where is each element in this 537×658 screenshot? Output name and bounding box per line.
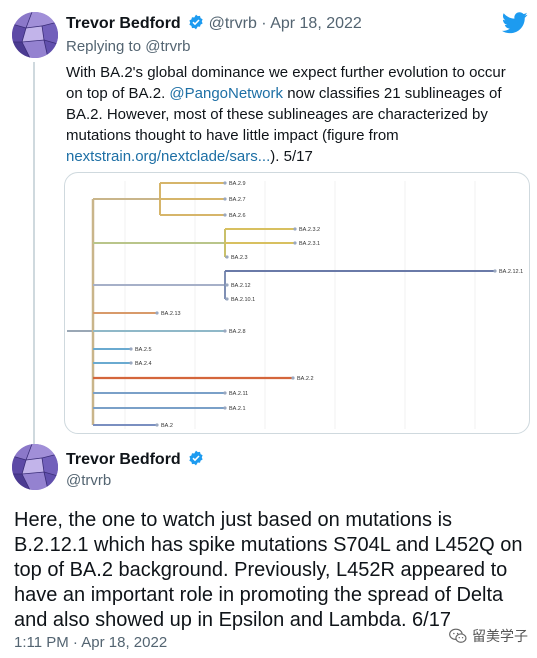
clade-label: BA.2.11: [229, 391, 248, 397]
wechat-icon: [449, 628, 467, 643]
verified-badge-icon: [189, 14, 203, 30]
tweet-date: Apr 18, 2022: [81, 634, 168, 651]
tweet1-text-part3: ). 5/17: [270, 148, 313, 165]
twitter-bird-icon: [502, 12, 528, 34]
watermark-text: 留美学子: [472, 628, 528, 644]
clade-label: BA.2.3: [231, 255, 248, 261]
clade-label: BA.2.5: [135, 347, 152, 353]
clade-label: BA.2.3.2: [299, 227, 320, 233]
url-link[interactable]: nextstrain.org/nextclade/sars...: [66, 148, 270, 165]
separator-dot: ·: [261, 15, 267, 32]
tree-grid: [124, 181, 476, 429]
clade-label: BA.2: [161, 423, 173, 429]
tweet-date[interactable]: Apr 18, 2022: [270, 15, 362, 32]
thread-line: [33, 62, 35, 450]
verified-badge-icon: [189, 450, 203, 466]
author-name[interactable]: Trevor Bedford: [66, 451, 181, 468]
clade-label: BA.2.2: [297, 376, 314, 382]
tree-tips: [129, 181, 497, 427]
mention-link[interactable]: @PangoNetwork: [169, 85, 283, 102]
replying-to[interactable]: Replying to @trvrb: [66, 38, 190, 55]
avatar[interactable]: [12, 12, 58, 58]
author-handle[interactable]: @trvrb: [66, 472, 111, 489]
author-handle[interactable]: @trvrb: [209, 15, 257, 32]
phylogenetic-tree: BA.2.9 BA.2.7 BA.2.6 BA.2.3.2 BA.2.3.1 B…: [67, 181, 523, 429]
watermark: 留美学子: [448, 626, 528, 646]
tweet1-text: With BA.2's global dominance we expect f…: [66, 62, 516, 167]
clade-label: BA.2.12.1: [499, 269, 523, 275]
avatar-pattern-icon: [12, 444, 58, 490]
clade-label: BA.2.9: [229, 181, 246, 187]
avatar-pattern-icon: [12, 12, 58, 58]
clade-label: BA.2.10.1: [231, 297, 255, 303]
tweet-timestamp[interactable]: 1:11 PM · Apr 18, 2022: [14, 634, 167, 651]
clade-label: BA.2.3.1: [299, 241, 320, 247]
tweet1-header: Trevor Bedford @trvrb · Apr 18, 2022: [66, 14, 362, 33]
clade-label: BA.2.6: [229, 213, 246, 219]
clade-label: BA.2.1: [229, 406, 246, 412]
clade-label: BA.2.12: [231, 283, 251, 289]
separator-dot: ·: [72, 634, 78, 651]
tweet2-header: Trevor Bedford: [66, 450, 204, 469]
clade-label: BA.2.7: [229, 197, 246, 203]
clade-label: BA.2.8: [229, 329, 246, 335]
author-name[interactable]: Trevor Bedford: [66, 15, 181, 32]
tweet2-text: Here, the one to watch just based on mut…: [14, 509, 523, 631]
tree-figure-card[interactable]: BA.2.9 BA.2.7 BA.2.6 BA.2.3.2 BA.2.3.1 B…: [64, 172, 530, 434]
clade-label: BA.2.4: [135, 361, 152, 367]
clade-label: BA.2.13: [161, 311, 181, 317]
tweet-time: 1:11 PM: [14, 634, 69, 651]
avatar[interactable]: [12, 444, 58, 490]
